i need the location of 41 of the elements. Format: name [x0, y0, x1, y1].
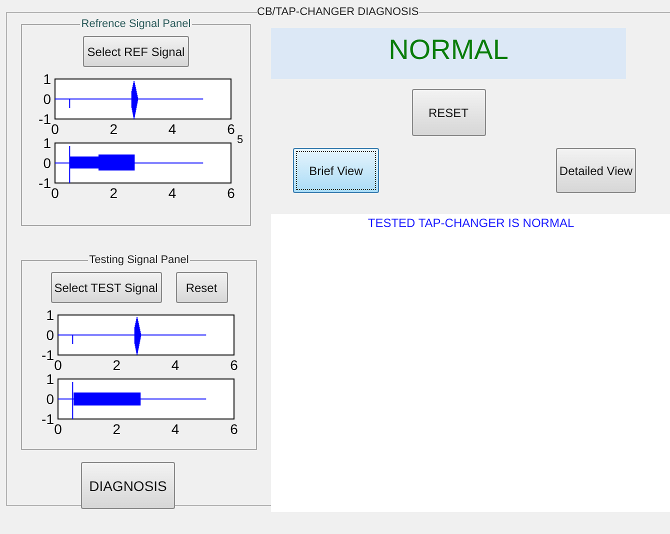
- panel-title: Refrence Signal Panel: [80, 18, 192, 30]
- tick-label: 6: [230, 421, 238, 437]
- tick-label: 0: [51, 185, 59, 201]
- tick-label: 4: [171, 421, 180, 437]
- result-text: TESTED TAP-CHANGER IS NORMAL: [271, 214, 670, 512]
- tick-label: 6: [227, 121, 235, 137]
- tick-label: 0: [43, 91, 51, 107]
- tick-label: 1: [43, 135, 51, 151]
- select-signal-button[interactable]: Select TEST Signal: [50, 272, 162, 303]
- tick-label: 4: [171, 357, 180, 373]
- view-button[interactable]: Brief View: [293, 148, 379, 193]
- select-signal-button[interactable]: Select REF Signal: [83, 36, 189, 67]
- tick-label: 0: [54, 357, 62, 373]
- tick-label: 1: [43, 71, 51, 87]
- tick-label: -1: [42, 347, 54, 363]
- status-banner: NORMAL: [271, 28, 626, 79]
- tick-label: -1: [38, 111, 51, 127]
- view-button[interactable]: Detailed View: [556, 148, 636, 193]
- diagnosis-button[interactable]: DIAGNOSIS: [81, 462, 175, 509]
- tick-label: 0: [54, 421, 62, 437]
- tick-label: 0: [51, 121, 59, 137]
- reset-button[interactable]: Reset: [176, 272, 228, 303]
- tick-label: 0: [46, 327, 54, 343]
- tick-label: 2: [112, 421, 121, 437]
- tick-label: 6: [227, 185, 235, 201]
- tick-label: -1: [38, 175, 51, 191]
- tick-label: 2: [112, 357, 121, 373]
- tick-label: -1: [42, 411, 54, 427]
- axis-exponent: 5: [237, 134, 244, 146]
- tick-label: 0: [43, 155, 51, 171]
- tick-label: 6: [230, 357, 238, 373]
- reset-button[interactable]: RESET: [412, 89, 486, 136]
- tick-label: 2: [110, 121, 118, 137]
- tick-label: 1: [46, 307, 54, 323]
- frame-title: CB/TAP-CHANGER DIAGNOSIS: [257, 6, 419, 18]
- tick-label: 2: [110, 185, 118, 201]
- tick-label: 4: [168, 185, 176, 201]
- tick-label: 4: [168, 121, 176, 137]
- panel-title: Testing Signal Panel: [88, 254, 190, 266]
- tick-label: 1: [46, 371, 54, 387]
- tick-label: 0: [46, 391, 54, 407]
